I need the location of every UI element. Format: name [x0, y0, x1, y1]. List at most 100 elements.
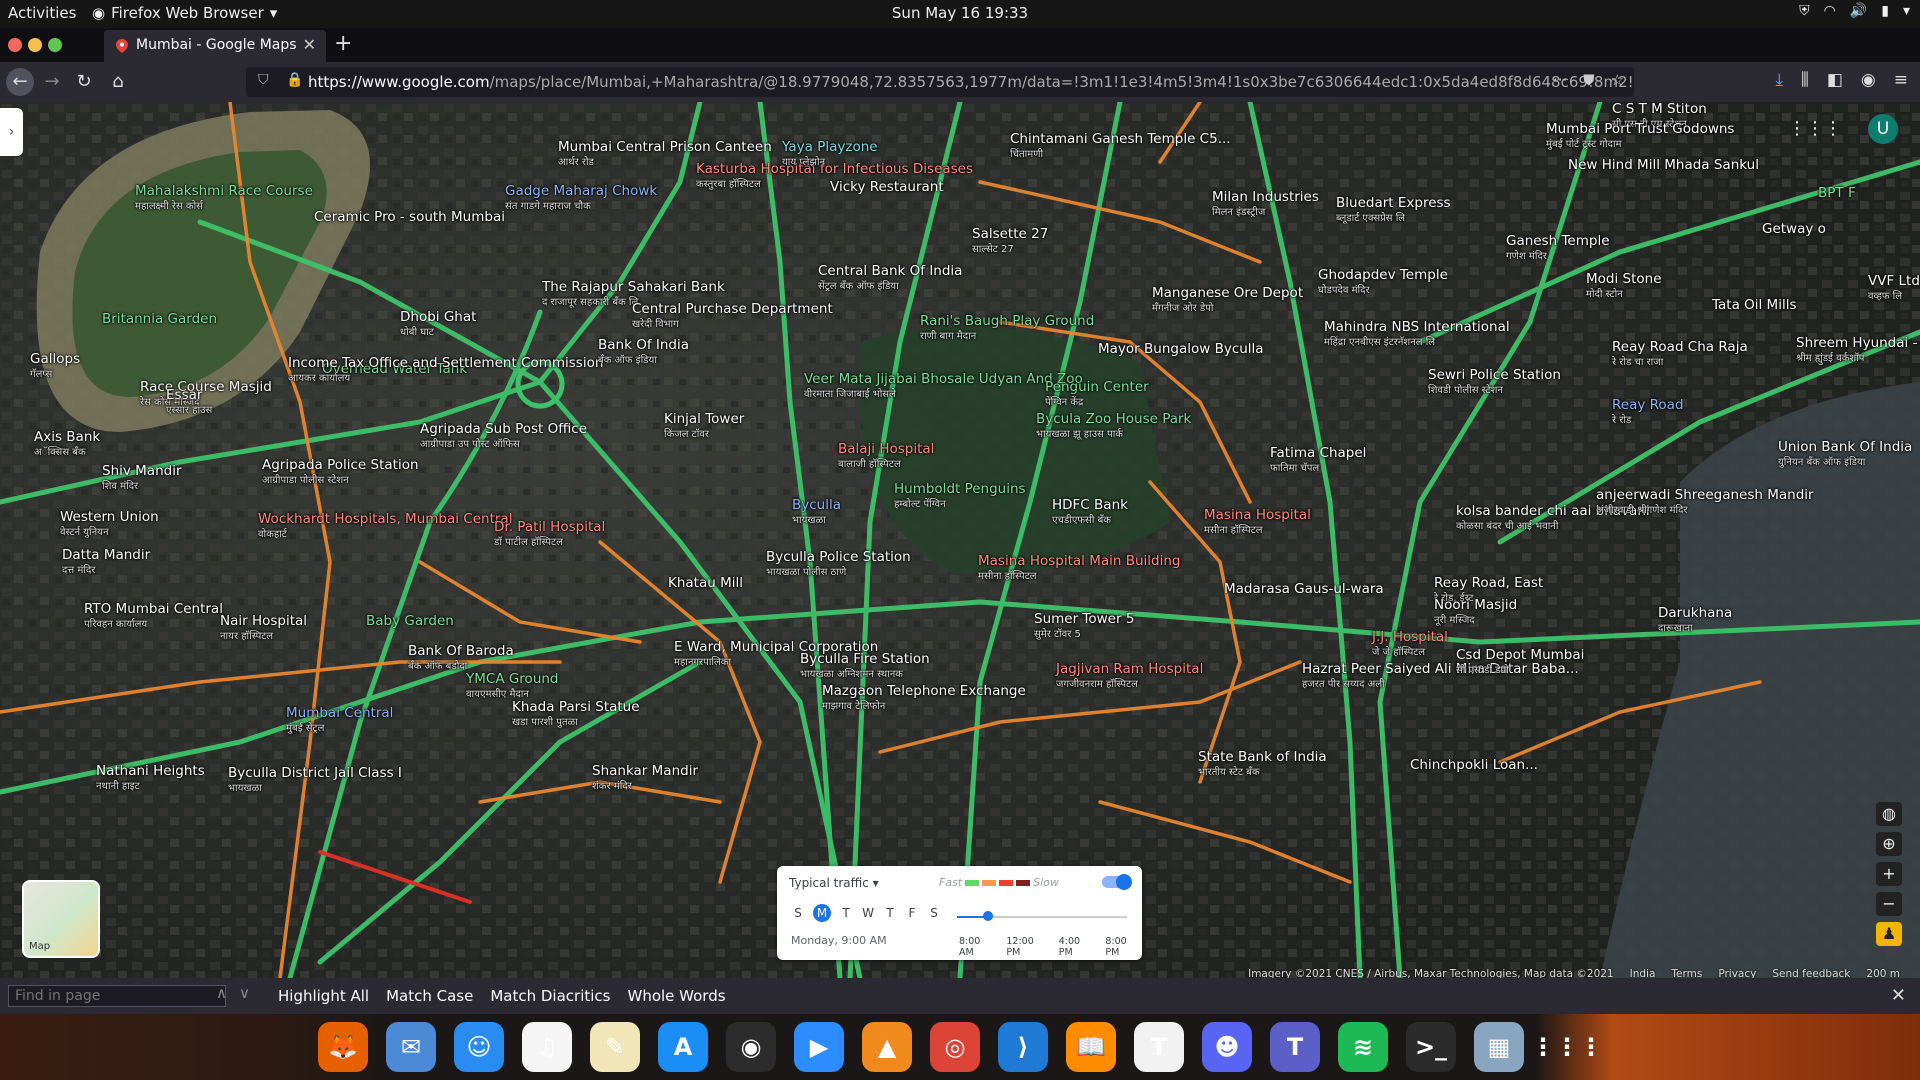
- whole-words-checkbox[interactable]: Whole Words: [627, 987, 725, 1005]
- dock-preview-icon[interactable]: ▦: [1474, 1022, 1524, 1072]
- new-tab-button[interactable]: +: [334, 31, 352, 56]
- dock-music-icon[interactable]: ♫: [522, 1022, 572, 1072]
- clock[interactable]: Sun May 16 19:33: [892, 4, 1028, 22]
- day-button[interactable]: T: [883, 906, 897, 922]
- map-place-label[interactable]: Getway o: [1762, 222, 1826, 237]
- map-place-label[interactable]: Milan Industries मिलन इंडस्ट्रीज: [1212, 190, 1319, 220]
- scale-bar[interactable]: 200 m: [1866, 968, 1900, 978]
- tab-google-maps[interactable]: Mumbai - Google Maps ✕: [104, 30, 326, 62]
- close-tab-icon[interactable]: ✕: [303, 35, 316, 54]
- google-apps-icon[interactable]: ⋮⋮⋮: [1788, 118, 1842, 139]
- map-place-label[interactable]: Reay Road Cha Raja रे रोड चा राजा: [1612, 340, 1748, 370]
- my-location-icon[interactable]: ⊕: [1876, 832, 1902, 856]
- time-slider-thumb[interactable]: [982, 911, 993, 921]
- day-button[interactable]: T: [839, 906, 853, 922]
- downloads-icon[interactable]: ⤓: [1776, 70, 1784, 90]
- map-place-label[interactable]: Baby Garden: [366, 614, 454, 629]
- app-menu[interactable]: ◉ Firefox Web Browser ▾: [92, 4, 277, 22]
- account-icon[interactable]: ◉: [1861, 70, 1876, 90]
- pegman-icon[interactable]: ♟: [1876, 922, 1902, 946]
- forward-button[interactable]: →: [38, 68, 66, 96]
- map-place-label[interactable]: Ceramic Pro - south Mumbai: [314, 210, 505, 225]
- map-place-label[interactable]: BPT F: [1818, 186, 1856, 201]
- user-avatar[interactable]: U: [1868, 114, 1898, 144]
- map-place-label[interactable]: Salsette 27 साल्सेट 27: [972, 227, 1048, 257]
- map-place-label[interactable]: Darukhana दारूखाना: [1658, 606, 1732, 636]
- chevron-down-icon[interactable]: ▾: [1903, 3, 1910, 19]
- map-place-label[interactable]: Agripada Police Station आग्रीपाडा पोलीस स…: [262, 458, 419, 488]
- dock-vscode-icon[interactable]: ⟩: [998, 1022, 1048, 1072]
- dock-typora-icon[interactable]: T: [1134, 1022, 1184, 1072]
- tracking-shield-icon[interactable]: ⛉: [258, 72, 269, 88]
- map-place-label[interactable]: anjeerwadi Shreeganesh Mandir अंजीरवाडी श…: [1596, 488, 1814, 518]
- traffic-mode-dropdown[interactable]: Typical traffic ▾: [789, 876, 879, 890]
- map-place-label[interactable]: Dr. Patil Hospital डॉ पाटील हॉस्पिटल: [494, 520, 605, 550]
- traffic-toggle[interactable]: [1102, 874, 1132, 890]
- activities-button[interactable]: Activities: [8, 4, 76, 22]
- map-place-label[interactable]: Jagjivan Ram Hospital जगजीवनराम हॉस्पिटल: [1056, 662, 1203, 692]
- sidebar-icon[interactable]: ◧: [1827, 70, 1843, 90]
- day-button[interactable]: F: [905, 906, 919, 922]
- map-place-label[interactable]: VVF Ltd वव्हफ लि: [1868, 274, 1920, 304]
- find-previous-icon[interactable]: ∧: [216, 984, 227, 1002]
- battery-icon[interactable]: ▮: [1881, 3, 1889, 19]
- dock-chrome-icon[interactable]: ◎: [930, 1022, 980, 1072]
- map-place-label[interactable]: Masina Hospital Main Building मसीना हॉस्प…: [978, 554, 1180, 584]
- zoom-out-button[interactable]: −: [1876, 892, 1902, 916]
- dock-app-store-icon[interactable]: A: [658, 1022, 708, 1072]
- shield-icon[interactable]: ⛨: [1799, 3, 1810, 19]
- dock-mail-icon[interactable]: ✉: [386, 1022, 436, 1072]
- map-type-toggle[interactable]: Map: [22, 880, 100, 958]
- map-place-label[interactable]: Reay Road रे रोड: [1612, 398, 1684, 428]
- dock-spotify-icon[interactable]: ≋: [1338, 1022, 1388, 1072]
- map-place-label[interactable]: Khada Parsi Statue खडा पारशी पुतळा: [512, 700, 640, 730]
- map-place-label[interactable]: Mumbai Port Trust Godowns मुंबई पोर्ट ट्र…: [1546, 122, 1734, 152]
- map-place-label[interactable]: Modi Stone मोदी स्टोन: [1586, 272, 1662, 302]
- map-place-label[interactable]: Central Purchase Department खरेदी विभाग: [632, 302, 833, 332]
- send-feedback-link[interactable]: Send feedback: [1772, 968, 1850, 978]
- dock-notes-icon[interactable]: ✎: [590, 1022, 640, 1072]
- map-place-label[interactable]: Central Bank Of India सेंट्रल बँक ऑफ इंडि…: [818, 264, 962, 294]
- map-place-label[interactable]: Mumbai Central मुंबई सेंट्रल: [286, 706, 393, 736]
- reload-button[interactable]: ↻: [70, 68, 98, 96]
- map-place-label[interactable]: Ganesh Temple गणेश मंदिर: [1506, 234, 1610, 264]
- map-place-label[interactable]: Datta Mandir दत्त मंदिर: [62, 548, 150, 578]
- map-place-label[interactable]: Shreem Hyundai - Workshop, Reay Road श्री…: [1796, 336, 1920, 366]
- map-place-label[interactable]: Shiv Mandir शिव मंदिर: [102, 464, 182, 494]
- map-place-label[interactable]: Bycula Zoo House Park भायखळा झू हाउस पार्…: [1036, 412, 1191, 442]
- map-place-label[interactable]: Income Tax Office and Settlement Commiss…: [288, 356, 603, 386]
- map-place-label[interactable]: Rani's Baugh Play Ground राणी बाग मैदान: [920, 314, 1094, 344]
- map-place-label[interactable]: Bank Of Baroda बँक ऑफ बडोदा: [408, 644, 514, 674]
- map-place-label[interactable]: Axis Bank अॅक्सिस बँक: [34, 430, 100, 460]
- dock-zoom-icon[interactable]: ▶: [794, 1022, 844, 1072]
- map-place-label[interactable]: Gallops गॅलप्स: [30, 352, 80, 382]
- map-place-label[interactable]: Nathani Heights नथानी हाइट: [96, 764, 205, 794]
- map-place-label[interactable]: Vicky Restaurant: [830, 180, 944, 195]
- zoom-in-button[interactable]: +: [1876, 862, 1902, 886]
- dock-vlc-icon[interactable]: ▲: [862, 1022, 912, 1072]
- map-place-label[interactable]: J.J. Hospital जे जे हॉस्पिटल: [1372, 630, 1448, 660]
- map-place-label[interactable]: Tata Oil Mills: [1712, 298, 1797, 313]
- map-place-label[interactable]: Mahindra NBS International महिंद्रा एनबीए…: [1324, 320, 1510, 350]
- map-place-label[interactable]: Bluedart Express ब्लूडार्ट एक्सप्रेस लि: [1336, 196, 1451, 226]
- map-place-label[interactable]: Khatau Mill: [668, 576, 743, 591]
- side-panel-toggle[interactable]: ›: [0, 108, 23, 156]
- url-text[interactable]: https://www.google.com/maps/place/Mumbai…: [308, 73, 1634, 91]
- map-place-label[interactable]: Wockhardt Hospitals, Mumbai Central वोकहा…: [258, 512, 512, 542]
- map-place-label[interactable]: Sumer Tower 5 सुमेर टॉवर 5: [1034, 612, 1134, 642]
- map-place-label[interactable]: Masina Hospital मसीना हॉस्पिटल: [1204, 508, 1311, 538]
- map-place-label[interactable]: Sewri Police Station शिवडी पोलीस स्टेशन: [1428, 368, 1561, 398]
- more-actions-icon[interactable]: ···: [1553, 71, 1567, 89]
- day-button[interactable]: W: [861, 906, 875, 922]
- lock-icon[interactable]: 🔒: [286, 72, 303, 88]
- dock-firefox-icon[interactable]: 🦊: [318, 1022, 368, 1072]
- map-place-label[interactable]: Essar एस्सार हाउस: [166, 388, 212, 418]
- find-next-icon[interactable]: ∨: [239, 984, 250, 1002]
- map-place-label[interactable]: Csd Depot Mumbai सी एस डी डेपो: [1456, 648, 1584, 678]
- dock-discord-icon[interactable]: ☻: [1202, 1022, 1252, 1072]
- find-input[interactable]: [8, 985, 226, 1007]
- dock-books-icon[interactable]: 📖: [1066, 1022, 1116, 1072]
- system-tray[interactable]: ⛨ ◠ 🔊 ▮ ▾: [1799, 3, 1910, 19]
- day-button[interactable]: M: [813, 904, 831, 922]
- dock-finder-icon[interactable]: ☺: [454, 1022, 504, 1072]
